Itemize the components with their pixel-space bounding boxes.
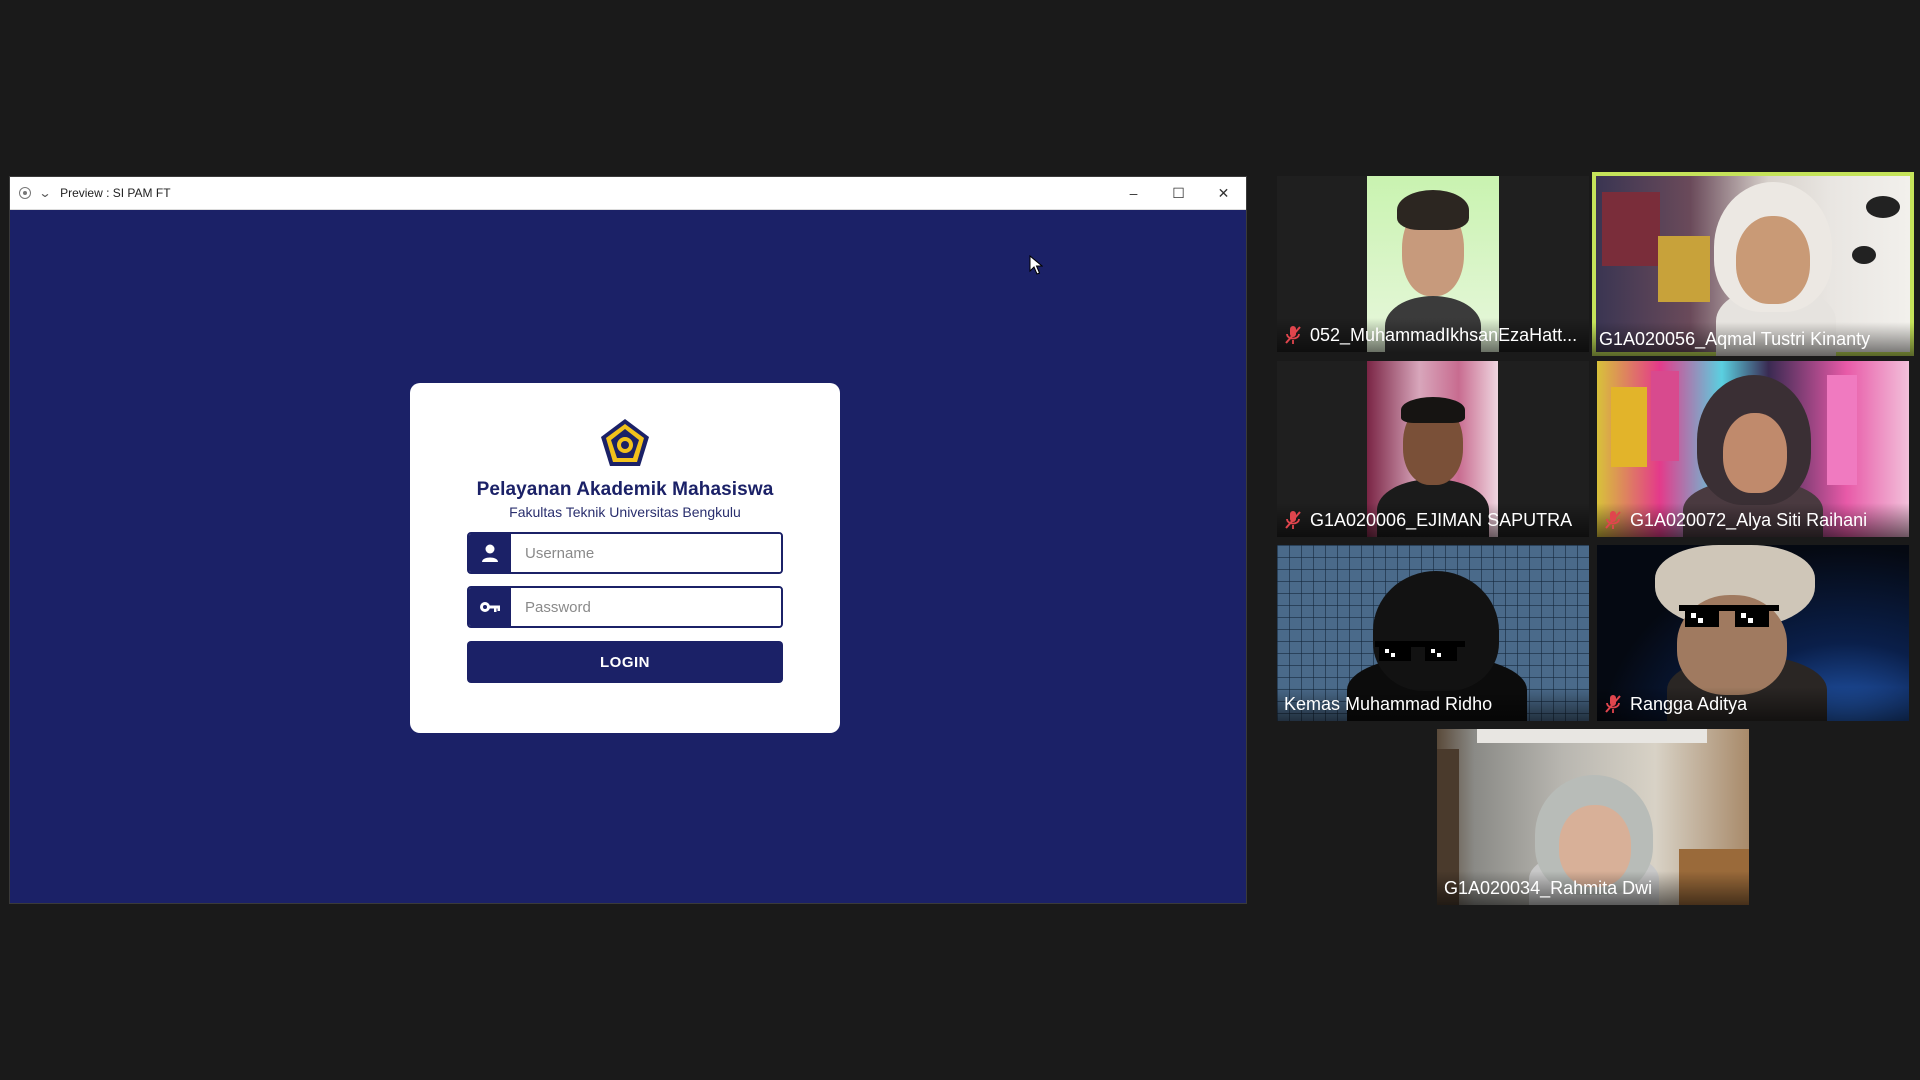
login-card: Pelayanan Akademik Mahasiswa Fakultas Te… [410, 383, 840, 733]
participant-name: 052_MuhammadIkhsanEzaHatt... [1310, 324, 1578, 345]
participant-tile-active-speaker[interactable]: G1A020056_Aqmal Tustri Kinanty [1592, 172, 1914, 356]
password-field [467, 586, 783, 628]
shared-screen-window: ⌄ Preview : SI PAM FT – ☐ ✕ Pelayanan Ak… [9, 176, 1247, 904]
participant-tile[interactable]: G1A020034_Rahmita Dwi [1437, 729, 1749, 905]
minimize-button[interactable]: – [1111, 177, 1156, 209]
close-button[interactable]: ✕ [1201, 177, 1246, 209]
maximize-button[interactable]: ☐ [1156, 177, 1201, 209]
username-input[interactable] [511, 534, 781, 572]
app-subtitle: Fakultas Teknik Universitas Bengkulu [509, 504, 741, 520]
participant-tile[interactable]: G1A020072_Alya Siti Raihani [1597, 361, 1909, 537]
participant-tile[interactable]: 052_MuhammadIkhsanEzaHatt... [1277, 176, 1589, 352]
university-logo-icon [601, 419, 649, 466]
window-title: Preview : SI PAM FT [60, 186, 171, 200]
user-icon [469, 534, 511, 572]
mic-muted-icon [1605, 695, 1621, 713]
pixel-sunglasses-icon [1679, 605, 1779, 627]
participant-name: Kemas Muhammad Ridho [1284, 693, 1493, 714]
participant-name: G1A020056_Aqmal Tustri Kinanty [1599, 328, 1871, 349]
password-input[interactable] [511, 588, 781, 626]
login-button[interactable]: LOGIN [467, 641, 783, 683]
participant-tile[interactable]: G1A020006_EJIMAN SAPUTRA [1277, 361, 1589, 537]
mic-muted-icon [1285, 326, 1301, 344]
participant-tile[interactable]: Kemas Muhammad Ridho [1277, 545, 1589, 721]
participant-tile[interactable]: Rangga Aditya [1597, 545, 1909, 721]
mouse-cursor-icon [1029, 255, 1043, 275]
participant-name: G1A020034_Rahmita Dwi [1444, 877, 1653, 898]
mic-muted-icon [1605, 511, 1621, 529]
chevron-down-icon[interactable]: ⌄ [38, 186, 51, 200]
key-icon [469, 588, 511, 626]
app-title: Pelayanan Akademik Mahasiswa [476, 479, 774, 500]
pixel-sunglasses-icon [1375, 641, 1465, 661]
participant-name: G1A020072_Alya Siti Raihani [1630, 509, 1868, 530]
username-field [467, 532, 783, 574]
participant-name: Rangga Aditya [1630, 693, 1748, 714]
record-icon[interactable] [19, 187, 31, 199]
participant-name: G1A020006_EJIMAN SAPUTRA [1310, 509, 1573, 530]
mic-muted-icon [1285, 511, 1301, 529]
window-titlebar: ⌄ Preview : SI PAM FT – ☐ ✕ [10, 177, 1246, 210]
